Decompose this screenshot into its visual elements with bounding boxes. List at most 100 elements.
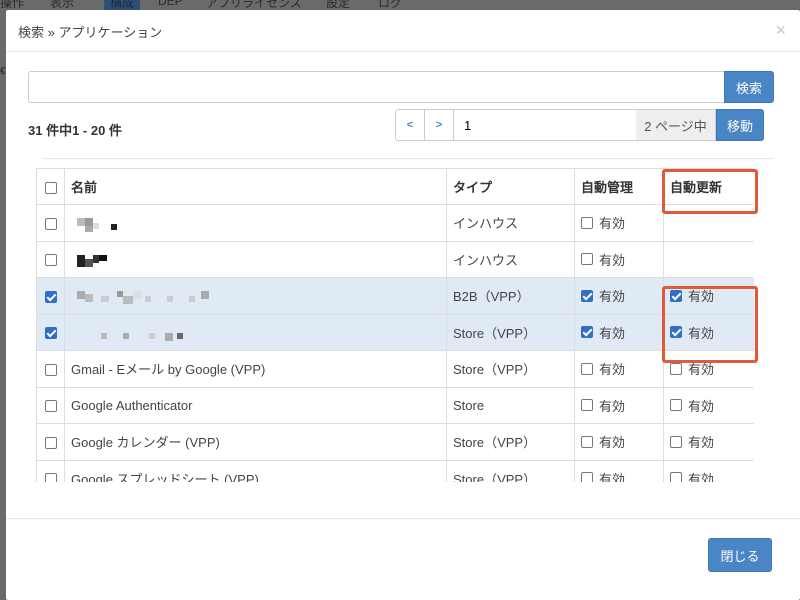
type-cell: Store（VPP） <box>446 423 575 461</box>
row-select-checkbox[interactable] <box>44 363 57 376</box>
close-button[interactable]: 閉じる <box>708 538 772 572</box>
table-row[interactable]: Google Authenticator Store 有効 有効 <box>36 386 754 424</box>
app-name: Gmail - Eメール by Google (VPP) <box>71 362 266 378</box>
auto-update-label: 有効 <box>688 398 715 414</box>
select-all-checkbox[interactable] <box>44 181 57 194</box>
row-select-cell <box>36 240 65 278</box>
table-row[interactable]: Google スプレッドシート (VPP) Store（VPP） 有効 有効 <box>36 459 754 482</box>
auto-update-checkbox[interactable] <box>670 399 682 412</box>
header-auto-manage[interactable]: 自動管理 <box>574 168 664 205</box>
auto-manage-checkbox[interactable] <box>581 253 593 266</box>
table-row[interactable]: B2B（VPP） 有効 有効 <box>36 277 754 315</box>
app-type: Store（VPP） <box>453 325 537 341</box>
auto-manage-checkbox[interactable] <box>581 472 593 482</box>
name-cell <box>64 277 447 315</box>
row-select-cell <box>36 423 65 461</box>
auto-manage-checkbox[interactable] <box>581 289 593 302</box>
auto-manage-cell: 有効 <box>574 204 664 242</box>
background-nav-item: DEP <box>158 0 183 8</box>
auto-manage-cell: 有効 <box>574 459 664 482</box>
auto-update-cell: 有効 <box>663 386 754 424</box>
auto-update-cell: 有効 <box>663 277 754 315</box>
table-row[interactable]: インハウス 有効 <box>36 204 754 242</box>
row-select-cell <box>36 350 65 388</box>
auto-update-label: 有効 <box>688 435 715 451</box>
header-auto-update[interactable]: 自動更新 <box>663 168 754 205</box>
table-row[interactable]: Store（VPP） 有効 有効 <box>36 313 754 351</box>
auto-manage-cell: 有効 <box>574 277 664 315</box>
row-select-cell <box>36 204 65 242</box>
auto-update-checkbox[interactable] <box>670 289 682 302</box>
app-type: B2B（VPP） <box>453 289 530 305</box>
table-row[interactable]: Gmail - Eメール by Google (VPP) Store（VPP） 有効… <box>36 350 754 388</box>
auto-manage-checkbox[interactable] <box>581 216 593 229</box>
auto-update-cell: 有効 <box>663 423 754 461</box>
auto-manage-label: 有効 <box>599 398 626 414</box>
app-type: Store <box>453 397 485 413</box>
search-input[interactable] <box>28 71 724 103</box>
go-page-button[interactable]: 移動 <box>716 109 764 141</box>
auto-update-checkbox[interactable] <box>670 472 682 482</box>
result-count: 31 件中1 - 20 件 <box>28 123 122 138</box>
auto-update-checkbox[interactable] <box>670 362 682 375</box>
name-cell: Google Authenticator <box>64 386 447 424</box>
redacted-app-name <box>71 252 107 268</box>
row-select-checkbox[interactable] <box>44 254 57 267</box>
app-name: Google スプレッドシート (VPP) <box>71 471 259 482</box>
background-nav-item: ログ <box>378 0 403 10</box>
row-select-cell <box>36 459 65 482</box>
app-type: インハウス <box>453 252 519 268</box>
app-table: 名前 タイプ 自動管理 自動更新 インハウス 有効 インハウス 有効 B2B（VPP）有… <box>36 168 754 482</box>
table-row[interactable]: インハウス 有効 <box>36 240 754 278</box>
auto-manage-label: 有効 <box>599 325 626 341</box>
row-select-checkbox[interactable] <box>44 400 57 413</box>
auto-manage-label: 有効 <box>599 252 626 268</box>
auto-update-cell <box>663 240 754 278</box>
app-type: Store（VPP） <box>453 471 537 482</box>
auto-manage-checkbox[interactable] <box>581 362 593 375</box>
row-select-checkbox[interactable] <box>44 436 57 449</box>
background-nav-item: アプリライセンス <box>206 0 302 10</box>
auto-update-cell: 有効 <box>663 459 754 482</box>
app-type: Store（VPP） <box>453 435 537 451</box>
auto-update-checkbox[interactable] <box>670 435 682 448</box>
background-nav: 操作 表示 構成 DEP アプリライセンス 設定 ログ <box>0 0 800 10</box>
name-cell: Gmail - Eメール by Google (VPP) <box>64 350 447 388</box>
auto-manage-cell: 有効 <box>574 240 664 278</box>
search-bar: 検索 <box>28 71 774 103</box>
auto-manage-checkbox[interactable] <box>581 435 593 448</box>
auto-update-checkbox[interactable] <box>670 326 682 339</box>
type-cell: Store（VPP） <box>446 313 575 351</box>
search-button[interactable]: 検索 <box>724 71 774 103</box>
auto-manage-checkbox[interactable] <box>581 399 593 412</box>
page-number-input[interactable] <box>453 109 637 141</box>
name-cell: Google スプレッドシート (VPP) <box>64 459 447 482</box>
app-table-container[interactable]: 名前 タイプ 自動管理 自動更新 インハウス 有効 インハウス 有効 B2B（VPP）有… <box>36 168 754 482</box>
next-page-button[interactable]: > <box>424 109 454 141</box>
background-nav-item: 表示 <box>50 0 75 10</box>
type-cell: Store <box>446 386 575 424</box>
redacted-app-name <box>71 215 117 233</box>
auto-manage-label: 有効 <box>599 435 626 451</box>
auto-manage-checkbox[interactable] <box>581 326 593 339</box>
close-icon[interactable]: × <box>775 20 786 41</box>
header-name[interactable]: 名前 <box>64 168 447 205</box>
auto-update-cell <box>663 204 754 242</box>
app-type: インハウス <box>453 216 519 232</box>
row-select-checkbox[interactable] <box>44 217 57 230</box>
type-cell: インハウス <box>446 204 575 242</box>
prev-page-button[interactable]: < <box>395 109 425 141</box>
row-select-cell <box>36 277 65 315</box>
auto-update-label: 有効 <box>688 289 715 305</box>
row-select-cell <box>36 313 65 351</box>
name-cell <box>64 240 447 278</box>
header-type[interactable]: タイプ <box>446 168 575 205</box>
auto-manage-cell: 有効 <box>574 423 664 461</box>
row-select-checkbox[interactable] <box>44 327 57 340</box>
auto-manage-label: 有効 <box>599 289 626 305</box>
row-select-checkbox[interactable] <box>44 473 57 482</box>
table-row[interactable]: Google カレンダー (VPP) Store（VPP） 有効 有効 <box>36 423 754 461</box>
type-cell: インハウス <box>446 240 575 278</box>
redacted-app-name <box>71 325 183 341</box>
row-select-checkbox[interactable] <box>44 290 57 303</box>
